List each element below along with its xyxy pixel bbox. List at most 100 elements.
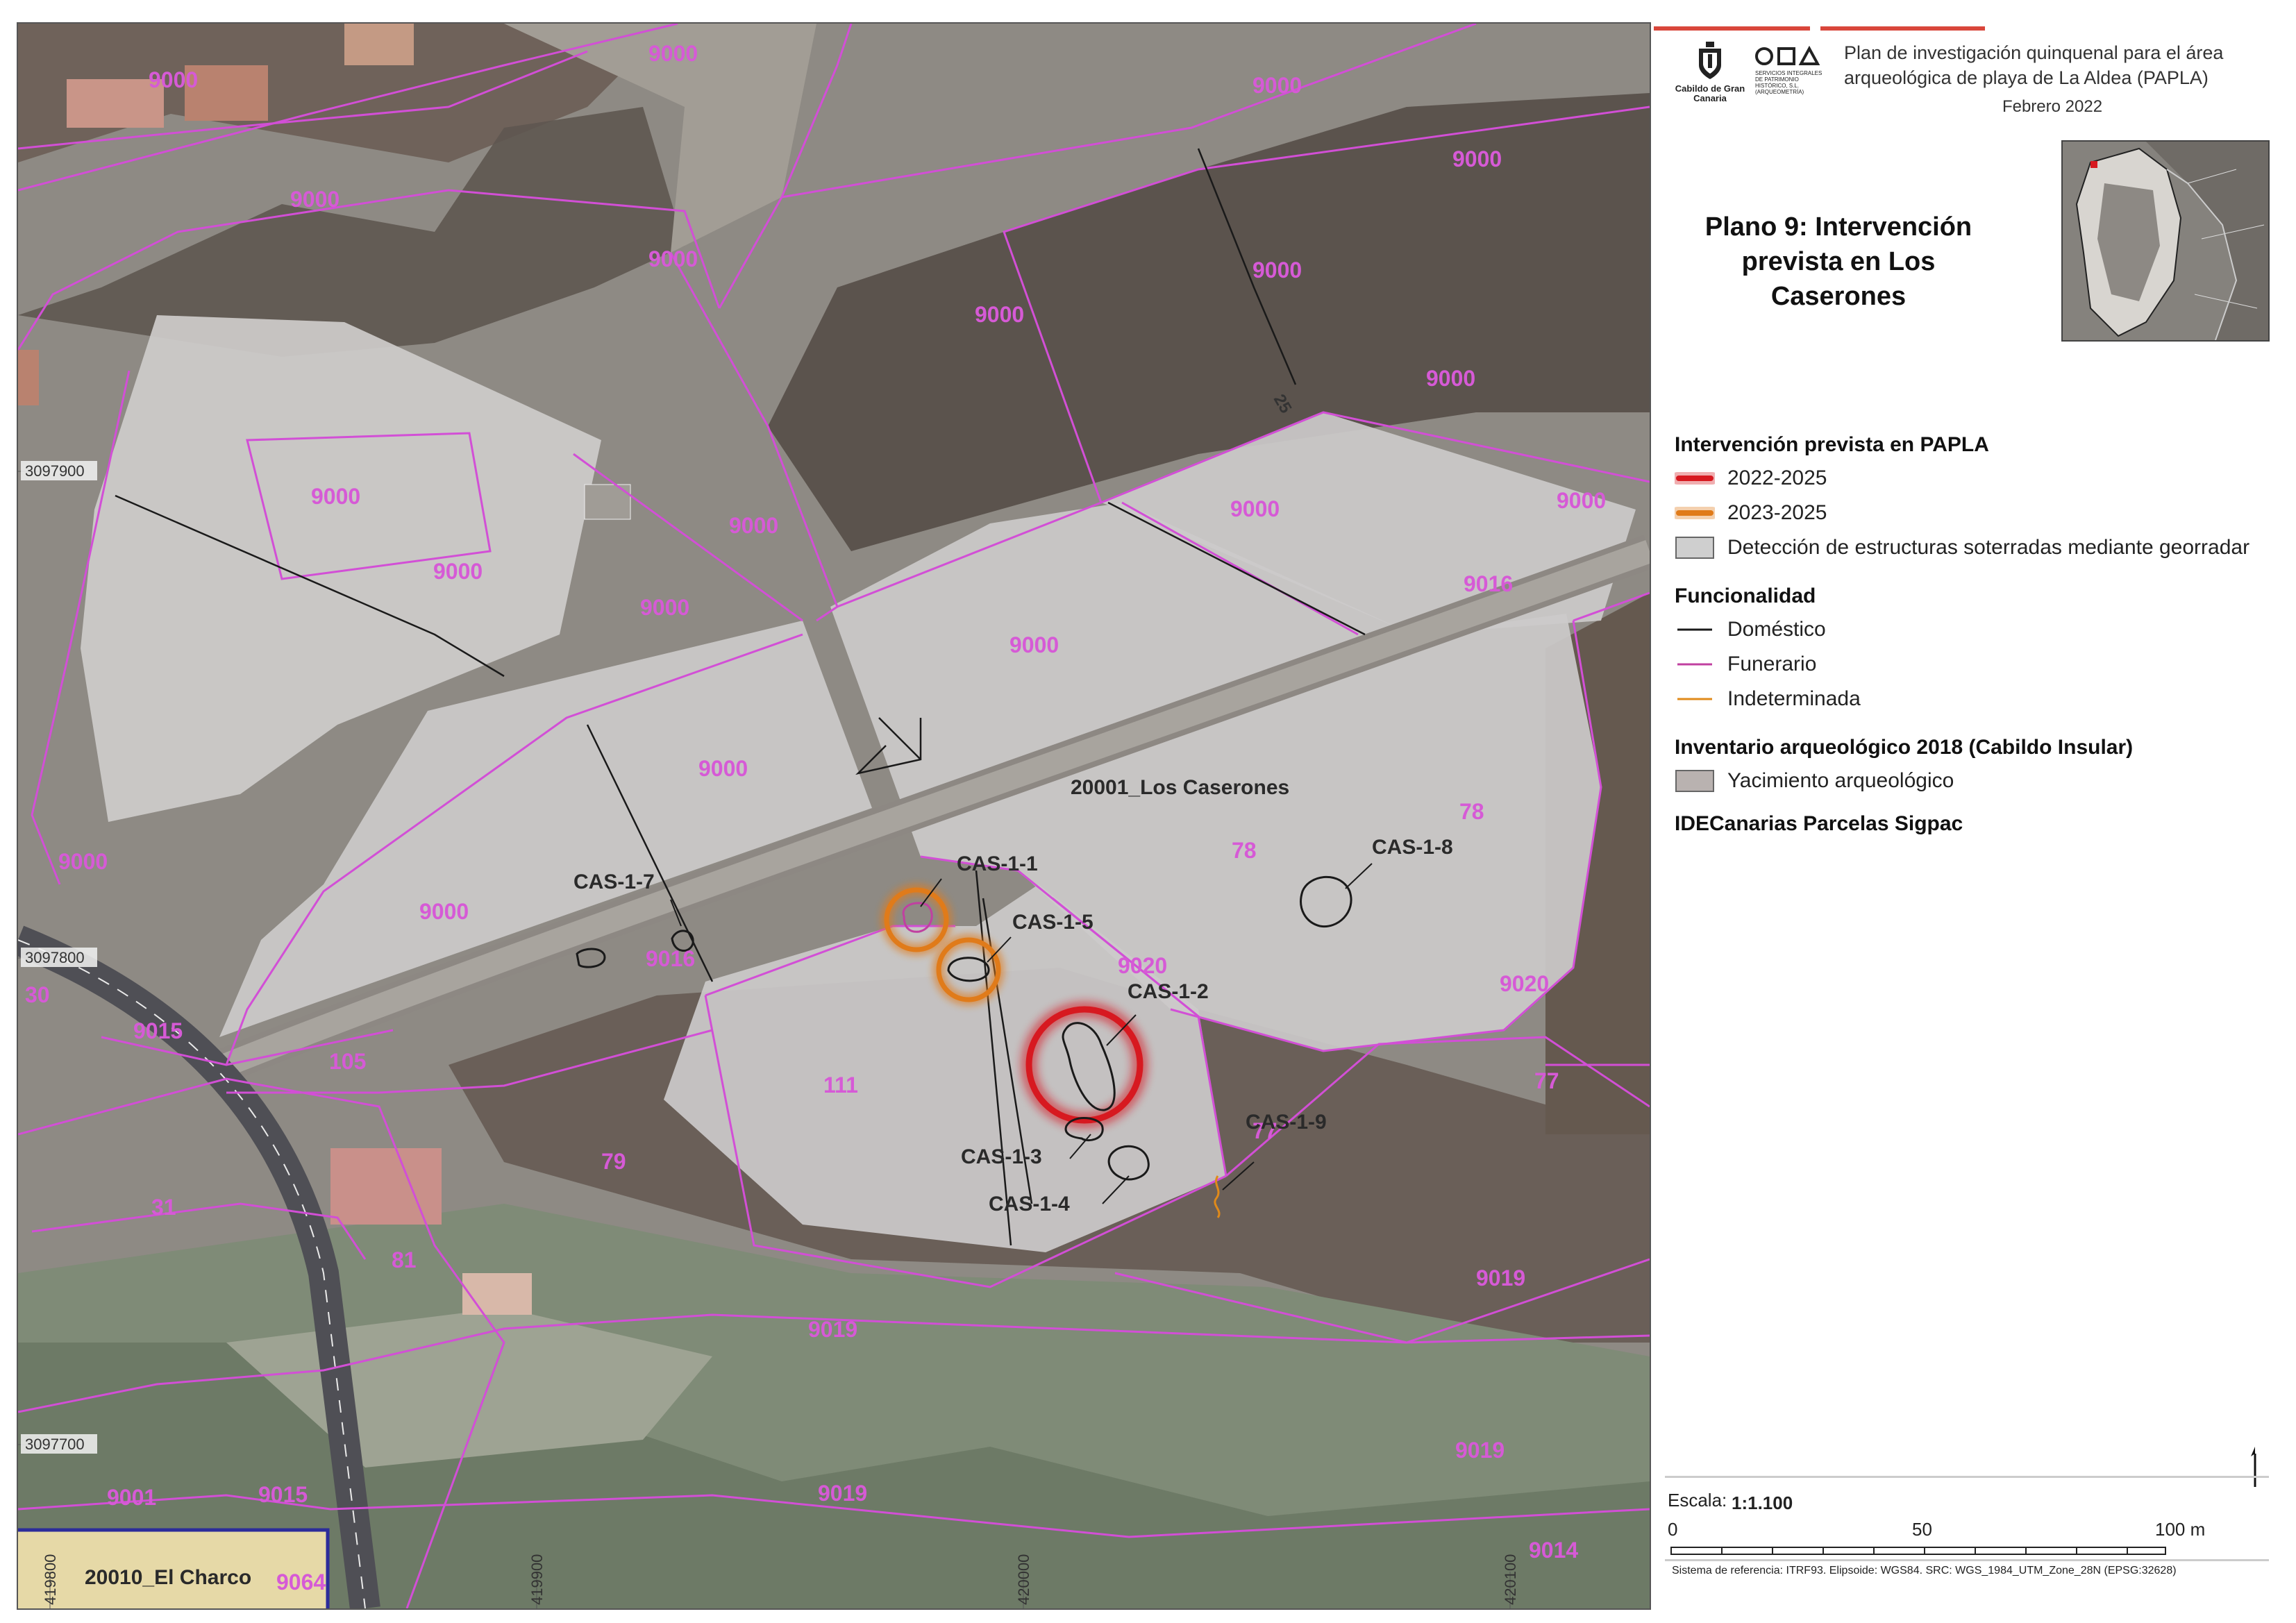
parcel-label: 9000 bbox=[648, 41, 698, 66]
parcel-label: 9000 bbox=[1557, 488, 1606, 513]
coat-of-arms-icon bbox=[1699, 42, 1721, 79]
header-accent-bar bbox=[1820, 26, 1985, 31]
coord-x: 419900 bbox=[528, 1554, 546, 1605]
parcel-label: 9016 bbox=[1464, 571, 1513, 596]
parcel-label: 31 bbox=[151, 1195, 176, 1220]
parcel-label: 9000 bbox=[419, 899, 469, 924]
map-title-line1: Plano 9: Intervención bbox=[1704, 212, 1972, 242]
parcel-label: 9000 bbox=[290, 187, 340, 212]
coord-x: 419800 bbox=[42, 1554, 59, 1605]
reference-system-text: Sistema de referencia: ITRF93. Elipsoide… bbox=[1672, 1565, 2177, 1576]
legend-item-2023-2025: 2023-2025 bbox=[1671, 501, 1827, 525]
scale-separator bbox=[1665, 1559, 2269, 1561]
parcel-label: 77 bbox=[1534, 1068, 1559, 1093]
legend-label: Yacimiento arqueológico bbox=[1727, 769, 1954, 792]
funerario-line-swatch bbox=[1675, 653, 1715, 676]
inset-location-marker bbox=[2090, 161, 2097, 168]
parcel-label: 9000 bbox=[433, 559, 483, 584]
parcel-label: 9000 bbox=[1252, 73, 1302, 98]
site-label: CAS-1-8 bbox=[1372, 836, 1453, 859]
parcel-label: 9020 bbox=[1500, 971, 1549, 996]
parcel-label: 9000 bbox=[311, 484, 360, 509]
parcel-label: 9000 bbox=[1009, 632, 1059, 657]
coord-y: 3097900 bbox=[25, 462, 85, 480]
header-date: Febrero 2022 bbox=[2002, 97, 2103, 116]
red-line-swatch bbox=[1671, 466, 1718, 490]
legend-item-funerario: Funerario bbox=[1675, 653, 1816, 676]
zone-label-charco: 20010_El Charco bbox=[85, 1566, 251, 1589]
scale-tick-100: 100 m bbox=[2155, 1519, 2206, 1540]
cabildo-logo-text: Cabildo de Gran Canaria bbox=[1675, 83, 1745, 103]
scale-tick-50: 50 bbox=[1912, 1519, 1932, 1540]
scale-value: 1:1.100 bbox=[1732, 1492, 1793, 1513]
parcel-label: 9000 bbox=[1452, 146, 1502, 171]
map-title-line2: prevista en Los Caserones bbox=[1741, 247, 1936, 311]
orange-line-swatch bbox=[1671, 501, 1718, 525]
map-sheet: 9000 9000 9000 9000 9000 9000 9000 9000 … bbox=[0, 0, 2296, 1623]
parcel-label: 9000 bbox=[1252, 258, 1302, 283]
oda-logo: SERVICIOS INTEGRALES DE PATRIMONIO HISTÓ… bbox=[1755, 45, 1832, 95]
legend-label: 2022-2025 bbox=[1727, 466, 1827, 489]
parcel-label: 9014 bbox=[1529, 1538, 1578, 1563]
parcel-label: 9019 bbox=[1476, 1265, 1525, 1290]
parcel-label: 9020 bbox=[1118, 953, 1167, 978]
legend-item-yacimiento: Yacimiento arqueológico bbox=[1675, 769, 1954, 793]
scale-label: Escala: bbox=[1668, 1490, 1727, 1511]
legend-panel: Cabildo de Gran Canaria SERVICIOS INTEGR… bbox=[1650, 22, 2281, 1607]
parcel-label: 9016 bbox=[646, 946, 695, 971]
legend-heading-funcionalidad: Funcionalidad bbox=[1675, 585, 1816, 607]
legend-label: Indeterminada bbox=[1727, 687, 1861, 710]
map-view[interactable]: 9000 9000 9000 9000 9000 9000 9000 9000 … bbox=[17, 22, 1651, 1610]
parcel-label: 78 bbox=[1232, 838, 1257, 863]
location-inset-map[interactable] bbox=[2061, 140, 2270, 342]
site-label: CAS-1-9 bbox=[1246, 1111, 1327, 1134]
site-label: CAS-1-2 bbox=[1128, 980, 1209, 1003]
oda-logo-icon bbox=[1755, 45, 1820, 65]
parcel-label: 9019 bbox=[818, 1481, 867, 1506]
site-label: CAS-1-7 bbox=[573, 871, 655, 893]
parcel-label: 9000 bbox=[698, 756, 748, 781]
legend-label: Doméstico bbox=[1727, 618, 1826, 641]
legend-item-2022-2025: 2022-2025 bbox=[1671, 466, 1827, 490]
map-labels: 9000 9000 9000 9000 9000 9000 9000 9000 … bbox=[21, 41, 1606, 1605]
cabildo-logo: Cabildo de Gran Canaria bbox=[1672, 42, 1748, 103]
oda-logo-text: SERVICIOS INTEGRALES DE PATRIMONIO HISTÓ… bbox=[1755, 70, 1822, 95]
parcel-label: 9019 bbox=[1455, 1438, 1505, 1463]
legend-item-indeterminada: Indeterminada bbox=[1675, 687, 1861, 711]
parcel-label: 9000 bbox=[640, 595, 689, 620]
indeterminada-line-swatch bbox=[1675, 687, 1715, 711]
parcel-label: 9000 bbox=[1426, 366, 1475, 391]
scale-separator bbox=[1665, 1476, 2269, 1478]
parcel-label: 9000 bbox=[975, 302, 1024, 327]
legend-heading-sigpac: IDECanarias Parcelas Sigpac bbox=[1675, 812, 1963, 835]
parcel-label: 9015 bbox=[258, 1482, 308, 1507]
north-arrow-icon bbox=[2251, 1447, 2256, 1487]
parcel-label: 9000 bbox=[648, 246, 698, 271]
legend-item-domestico: Doméstico bbox=[1675, 618, 1826, 641]
parcel-label: 111 bbox=[823, 1073, 858, 1098]
header-line2: arqueológica de playa de La Aldea (PAPLA… bbox=[1844, 67, 2209, 88]
parcel-label: 9001 bbox=[107, 1485, 156, 1510]
contour-label: 25 bbox=[1270, 392, 1296, 417]
header-text: Plan de investigación quinquenal para el… bbox=[1844, 40, 2261, 119]
parcel-label: 9000 bbox=[729, 513, 778, 538]
legend-label: 2023-2025 bbox=[1727, 501, 1827, 524]
map-title: Plano 9: Intervención prevista en Los Ca… bbox=[1679, 210, 1998, 314]
parcel-label: 81 bbox=[392, 1247, 417, 1272]
yacimiento-swatch bbox=[1675, 769, 1715, 793]
zone-label-caserones: 20001_Los Caserones bbox=[1071, 776, 1289, 799]
site-label: CAS-1-1 bbox=[957, 852, 1038, 875]
coord-y: 3097700 bbox=[25, 1436, 85, 1453]
header-accent-bar bbox=[1654, 26, 1810, 31]
parcel-label: 9000 bbox=[149, 67, 198, 92]
coord-x: 420100 bbox=[1502, 1554, 1519, 1605]
domestic-line-swatch bbox=[1675, 618, 1715, 641]
georadar-swatch bbox=[1675, 536, 1715, 560]
site-label: CAS-1-5 bbox=[1012, 911, 1093, 934]
inset-canvas bbox=[2063, 142, 2268, 340]
legend-label: Detección de estructuras soterradas medi… bbox=[1727, 536, 2250, 559]
parcel-label: 79 bbox=[601, 1149, 626, 1174]
legend-heading-inventario: Inventario arqueológico 2018 (Cabildo In… bbox=[1675, 736, 2134, 759]
parcel-label: 30 bbox=[25, 982, 50, 1007]
parcel-label: 9000 bbox=[1230, 496, 1280, 521]
